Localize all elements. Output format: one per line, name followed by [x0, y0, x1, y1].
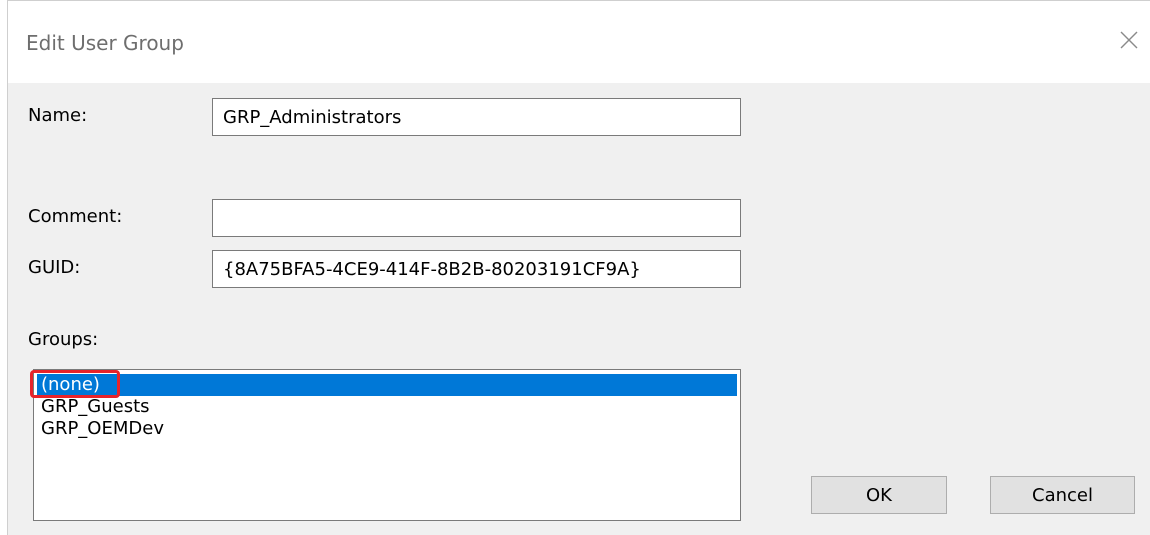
ok-button[interactable]: OK — [811, 476, 947, 514]
guid-field[interactable]: {8A75BFA5-4CE9-414F-8B2B-80203191CF9A} — [212, 250, 741, 288]
list-item[interactable]: GRP_OEMDev — [37, 418, 737, 440]
edit-user-group-dialog: Edit User Group Name: GRP_Administrators… — [7, 0, 1150, 535]
cancel-button[interactable]: Cancel — [990, 476, 1135, 514]
comment-field[interactable] — [212, 199, 741, 237]
title-bar: Edit User Group — [8, 1, 1150, 83]
groups-label: Groups: — [28, 329, 99, 350]
list-item-label: GRP_OEMDev — [41, 418, 164, 439]
list-item-label: GRP_Guests — [41, 396, 150, 417]
window-title: Edit User Group — [26, 31, 184, 55]
list-item-label: (none) — [41, 374, 100, 395]
list-item[interactable]: (none) — [30, 370, 737, 398]
name-label: Name: — [28, 105, 88, 126]
close-button[interactable] — [1114, 25, 1144, 55]
close-icon — [1120, 31, 1138, 49]
name-field[interactable]: GRP_Administrators — [212, 98, 741, 136]
list-item[interactable]: GRP_Guests — [37, 396, 737, 418]
groups-listbox[interactable]: (none) GRP_Guests GRP_OEMDev — [30, 369, 741, 521]
comment-label: Comment: — [28, 206, 123, 227]
guid-label: GUID: — [28, 257, 81, 278]
